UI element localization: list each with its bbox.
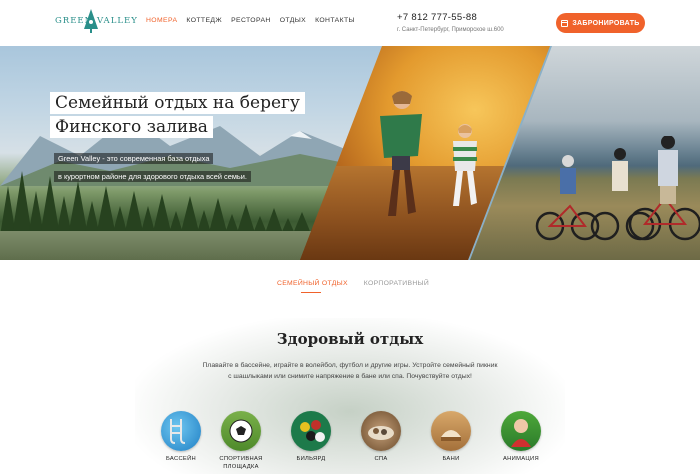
site-header: GREEN VALLEY НОМЕРА КОТТЕДЖ РЕСТОРАН ОТД… (0, 0, 700, 46)
feature-animation[interactable]: АНИМАЦИЯ (492, 411, 550, 463)
hero-subtitle-line: в курортном районе для здорового отдыха … (54, 171, 251, 183)
feature-label: АНИМАЦИЯ (503, 456, 539, 462)
hero-title-line: Финского залива (50, 116, 213, 138)
pool-icon (161, 411, 201, 451)
tab-corporate[interactable]: КОРПОРАТИВНЫЙ (364, 280, 429, 293)
feature-label: СПА (374, 456, 388, 462)
phone-number[interactable]: +7 812 777-55-88 (397, 12, 477, 23)
billiard-icon (291, 411, 331, 451)
feature-spa[interactable]: СПА (352, 411, 410, 463)
hero-title: Семейный отдых на берегу Финского залива (50, 92, 305, 140)
feature-label: СПОРТИВНАЯ ПЛОЩАДКА (219, 456, 263, 470)
spa-icon (361, 411, 401, 451)
logo-word-valley: VALLEY (97, 16, 138, 26)
nav-item-contacts[interactable]: КОНТАКТЫ (315, 17, 355, 24)
feature-label: БАНИ (442, 456, 460, 462)
feature-sports-ground[interactable]: СПОРТИВНАЯ ПЛОЩАДКА (212, 411, 270, 471)
nav-item-leisure[interactable]: ОТДЫХ (280, 17, 306, 24)
logo[interactable]: GREEN VALLEY (55, 9, 137, 35)
hero-subtitle-line: Green Valley - это современная база отды… (54, 153, 214, 165)
book-button[interactable]: ЗАБРОНИРОВАТЬ (556, 13, 645, 33)
hero-subtitle: Green Valley - это современная база отды… (54, 148, 251, 184)
nav-item-restaurant[interactable]: РЕСТОРАН (231, 17, 271, 24)
feature-label: БАССЕЙН (165, 456, 197, 462)
nav-item-rooms[interactable]: НОМЕРА (146, 17, 177, 24)
section-description: Плавайте в бассейне, играйте в волейбол,… (202, 362, 498, 380)
section-title: Здоровый отдых (276, 330, 424, 348)
soccer-ball-icon (221, 411, 261, 451)
address: г. Санкт-Петербург, Приморское ш.600 (397, 27, 504, 33)
logo-tree-icon (84, 9, 98, 33)
nav-item-cottage[interactable]: КОТТЕДЖ (186, 17, 222, 24)
calendar-icon (561, 19, 569, 27)
main-nav: НОМЕРА КОТТЕДЖ РЕСТОРАН ОТДЫХ КОНТАКТЫ (146, 17, 355, 24)
features-list: БАССЕЙН СПОРТИВНАЯ ПЛОЩАДКА БИЛЬЯРД СПА … (152, 411, 552, 474)
hero-banner: Семейный отдых на берегу Финского залива… (0, 46, 700, 260)
book-button-label: ЗАБРОНИРОВАТЬ (572, 19, 640, 27)
feature-pool[interactable]: БАССЕЙН (152, 411, 210, 463)
feature-billiard[interactable]: БИЛЬЯРД (282, 411, 340, 463)
rest-type-tabs: СЕМЕЙНЫЙ ОТДЫХ КОРПОРАТИВНЫЙ (277, 280, 429, 293)
feature-sauna[interactable]: БАНИ (422, 411, 480, 463)
sauna-icon (431, 411, 471, 451)
feature-label: БИЛЬЯРД (296, 456, 326, 462)
tab-family[interactable]: СЕМЕЙНЫЙ ОТДЫХ (277, 280, 348, 293)
hero-title-line: Семейный отдых на берегу (50, 92, 305, 114)
animation-icon (501, 411, 541, 451)
